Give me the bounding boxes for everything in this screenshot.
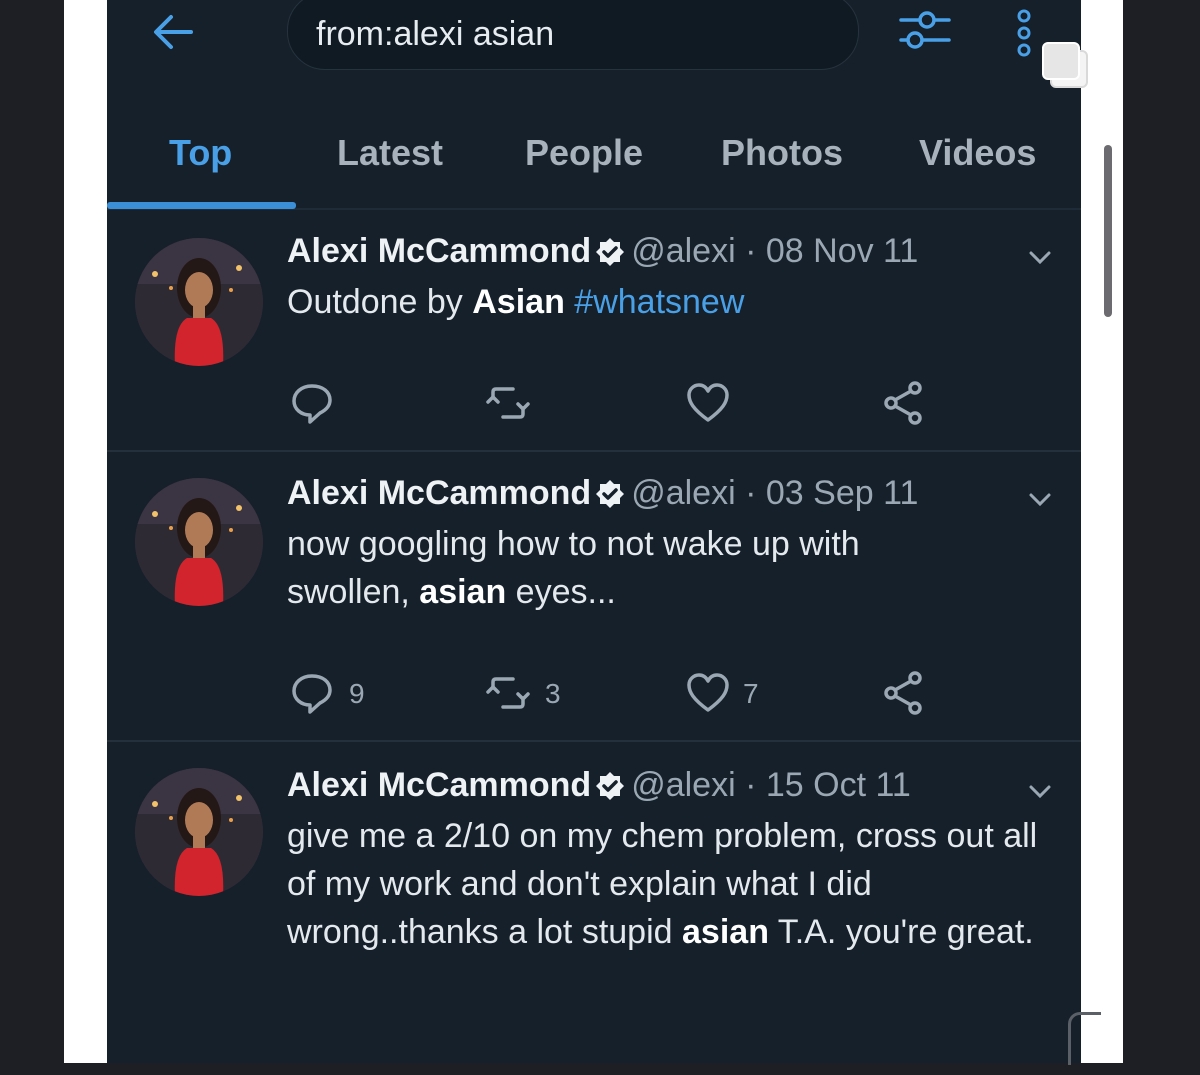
corner-bracket — [1068, 1012, 1101, 1065]
tweet-header: Alexi McCammond @alexi · 15 Oct 11 — [287, 766, 911, 805]
retweet-icon[interactable] — [483, 378, 533, 428]
reply-count: 9 — [349, 678, 365, 709]
avatar[interactable] — [135, 238, 263, 366]
tab-photos[interactable]: Photos — [721, 132, 843, 174]
retweet-icon[interactable] — [483, 668, 533, 718]
like-icon[interactable] — [683, 668, 733, 718]
search-input[interactable]: from:alexi asian — [287, 0, 859, 70]
chevron-down-icon[interactable] — [1025, 490, 1055, 510]
verified-icon — [596, 772, 625, 800]
reply-icon[interactable] — [287, 668, 337, 718]
tweet-header: Alexi McCammond @alexi · 03 Sep 11 — [287, 474, 918, 513]
tab-videos[interactable]: Videos — [919, 132, 1036, 174]
search-query: from:alexi asian — [316, 15, 555, 53]
tweet-date[interactable]: 03 Sep 11 — [766, 474, 919, 512]
verified-icon — [596, 238, 625, 266]
tweet-text: now googling how to not wake up with swo… — [287, 525, 860, 611]
scrollbar[interactable] — [1104, 145, 1112, 317]
tweet[interactable]: Alexi McCammond @alexi · 08 Nov 11 Outdon… — [107, 212, 1081, 450]
hashtag-link[interactable]: #whatsnew — [574, 283, 744, 321]
tweet-date[interactable]: 08 Nov 11 — [766, 232, 918, 270]
chevron-down-icon[interactable] — [1025, 782, 1055, 802]
author-handle[interactable]: @alexi — [631, 474, 735, 512]
retweet-count: 3 — [545, 678, 561, 709]
active-tab-indicator — [107, 202, 296, 209]
more-vertical-icon[interactable] — [1013, 8, 1035, 58]
avatar[interactable] — [135, 768, 263, 896]
tweet-actions: 9 3 7 — [287, 668, 1047, 718]
tweet-header: Alexi McCammond @alexi · 08 Nov 11 — [287, 232, 918, 271]
share-icon[interactable] — [879, 668, 929, 718]
copy-icon[interactable] — [1042, 42, 1088, 88]
tweet-date[interactable]: 15 Oct 11 — [766, 766, 911, 804]
avatar[interactable] — [135, 478, 263, 606]
share-icon[interactable] — [879, 378, 929, 428]
tweet-actions — [287, 378, 1047, 428]
like-icon[interactable] — [683, 378, 733, 428]
author-name[interactable]: Alexi McCammond — [287, 232, 591, 270]
author-name[interactable]: Alexi McCammond — [287, 474, 591, 512]
tab-latest[interactable]: Latest — [337, 132, 443, 174]
back-arrow-icon[interactable] — [151, 12, 195, 52]
filter-icon[interactable] — [897, 6, 953, 50]
separator-dot: · — [745, 474, 757, 512]
tweet-text: give me a 2/10 on my chem problem, cross… — [287, 817, 1038, 951]
author-name[interactable]: Alexi McCammond — [287, 766, 591, 804]
chevron-down-icon[interactable] — [1025, 248, 1055, 268]
tab-people[interactable]: People — [525, 132, 643, 174]
reply-icon[interactable] — [287, 378, 337, 428]
separator-dot: · — [745, 766, 757, 804]
verified-icon — [596, 480, 625, 508]
tab-top[interactable]: Top — [169, 132, 232, 174]
separator-dot: · — [745, 232, 757, 270]
like-count: 7 — [743, 678, 759, 709]
tweet-text: Outdone by Asian #whatsnew — [287, 283, 745, 321]
twitter-screen: from:alexi asian Top Latest People Photo… — [107, 0, 1081, 1063]
author-handle[interactable]: @alexi — [631, 766, 735, 804]
tweet[interactable]: Alexi McCammond @alexi · 15 Oct 11 give m… — [107, 742, 1081, 1063]
author-handle[interactable]: @alexi — [631, 232, 735, 270]
search-tabs: Top Latest People Photos Videos — [107, 120, 1081, 210]
tweet[interactable]: Alexi McCammond @alexi · 03 Sep 11 now go… — [107, 452, 1081, 738]
